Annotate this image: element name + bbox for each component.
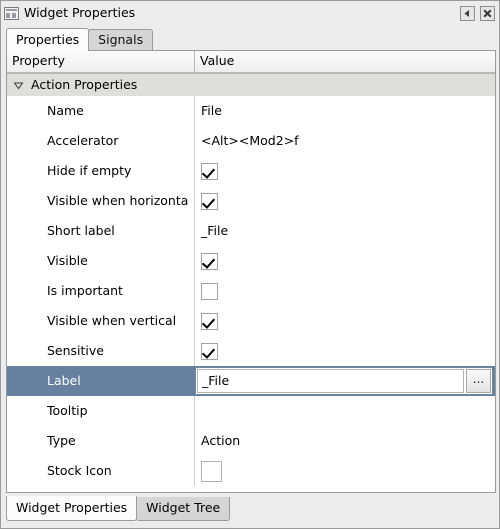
checkbox-checked[interactable] xyxy=(201,192,218,210)
tree-header-row: Property Value xyxy=(7,51,495,74)
close-x-icon xyxy=(483,8,492,18)
property-name-cell: Is important xyxy=(7,276,195,306)
table-row[interactable]: Visible xyxy=(7,246,495,276)
window-panel-icon xyxy=(4,6,19,20)
column-header-property[interactable]: Property xyxy=(7,51,195,73)
property-value-cell[interactable] xyxy=(195,156,495,186)
checkbox-checked[interactable] xyxy=(201,252,218,270)
table-row[interactable]: Name File xyxy=(7,96,495,126)
dock-button[interactable] xyxy=(460,5,475,21)
title-bar-buttons xyxy=(460,5,497,21)
table-row[interactable]: Visible when horizonta xyxy=(7,186,495,216)
table-row[interactable]: Sensitive xyxy=(7,336,495,366)
property-value-cell[interactable] xyxy=(195,246,495,276)
property-value-cell[interactable]: File xyxy=(195,96,495,126)
stock-icon-preview[interactable] xyxy=(201,460,222,482)
column-header-value[interactable]: Value xyxy=(195,51,495,73)
tab-properties[interactable]: Properties xyxy=(6,28,90,51)
property-name-cell: Stock Icon xyxy=(7,456,195,486)
property-tree-view: Property Value Action Properties Name Fil… xyxy=(6,50,496,493)
top-tab-bar: Properties Signals xyxy=(6,27,496,51)
tab-properties-label: Properties xyxy=(16,31,80,47)
property-value-text: <Alt><Mod2>f xyxy=(201,132,299,148)
property-value-cell[interactable] xyxy=(195,336,495,366)
table-row[interactable]: Tooltip xyxy=(7,396,495,426)
bottom-tab-bar: Widget Properties Widget Tree xyxy=(6,496,496,523)
property-value-text: Action xyxy=(201,432,241,448)
tab-signals[interactable]: Signals xyxy=(88,29,154,51)
property-name-cell: Type xyxy=(7,426,195,456)
checkbox-checked[interactable] xyxy=(201,342,218,360)
tab-signals-label: Signals xyxy=(98,32,144,48)
property-name-cell: Label xyxy=(7,366,195,396)
column-header-property-label: Property xyxy=(12,52,65,68)
table-row[interactable]: Accelerator <Alt><Mod2>f xyxy=(7,126,495,156)
property-name-cell: Visible when horizonta xyxy=(7,186,195,216)
widget-properties-window: Widget Properties Properties Signals Pro… xyxy=(0,0,500,529)
property-value-text: File xyxy=(201,102,222,118)
property-value-cell[interactable] xyxy=(195,456,495,486)
group-row-action-properties[interactable]: Action Properties xyxy=(7,74,495,96)
label-value-input[interactable] xyxy=(197,369,464,393)
property-name-cell: Sensitive xyxy=(7,336,195,366)
group-row-label: Action Properties xyxy=(31,76,138,92)
property-value-cell[interactable] xyxy=(195,306,495,336)
property-name-cell: Visible when vertical xyxy=(7,306,195,336)
checkbox-checked[interactable] xyxy=(201,312,218,330)
left-triangle-icon xyxy=(464,9,469,17)
property-name-cell: Name xyxy=(7,96,195,126)
triangle-down-icon[interactable] xyxy=(13,80,24,91)
property-value-cell[interactable] xyxy=(195,186,495,216)
property-name-cell: Visible xyxy=(7,246,195,276)
table-row[interactable]: Type Action xyxy=(7,426,495,456)
window-title: Widget Properties xyxy=(24,4,136,20)
tab-widget-tree[interactable]: Widget Tree xyxy=(136,497,231,521)
table-row[interactable]: Hide if empty xyxy=(7,156,495,186)
property-name-cell: Short label xyxy=(7,216,195,246)
close-button[interactable] xyxy=(480,5,495,21)
property-value-text: _File xyxy=(201,222,229,238)
property-value-cell[interactable]: <Alt><Mod2>f xyxy=(195,126,495,156)
title-bar: Widget Properties xyxy=(1,1,499,25)
table-row[interactable]: Visible when vertical xyxy=(7,306,495,336)
table-row[interactable]: Short label _File xyxy=(7,216,495,246)
property-name-cell: Accelerator xyxy=(7,126,195,156)
table-row[interactable]: Label... xyxy=(7,366,495,396)
column-header-value-label: Value xyxy=(200,52,235,68)
property-rows: Name File Accelerator <Alt><Mod2>f Hide if e… xyxy=(7,96,495,486)
property-value-cell[interactable] xyxy=(195,276,495,306)
property-value-cell[interactable]: Action xyxy=(195,426,495,456)
table-row[interactable]: Is important xyxy=(7,276,495,306)
property-value-cell[interactable]: _File xyxy=(195,216,495,246)
tab-widget-tree-label: Widget Tree xyxy=(146,500,221,516)
tab-widget-properties-label: Widget Properties xyxy=(16,499,128,515)
checkbox-checked[interactable] xyxy=(201,162,218,180)
checkbox-unchecked[interactable] xyxy=(201,282,218,300)
browse-button[interactable]: ... xyxy=(466,369,491,393)
property-name-cell: Hide if empty xyxy=(7,156,195,186)
tab-widget-properties[interactable]: Widget Properties xyxy=(6,496,138,521)
property-value-cell[interactable] xyxy=(195,396,495,426)
inline-editor: ... xyxy=(195,367,493,395)
property-name-cell: Tooltip xyxy=(7,396,195,426)
table-row[interactable]: Stock Icon xyxy=(7,456,495,486)
